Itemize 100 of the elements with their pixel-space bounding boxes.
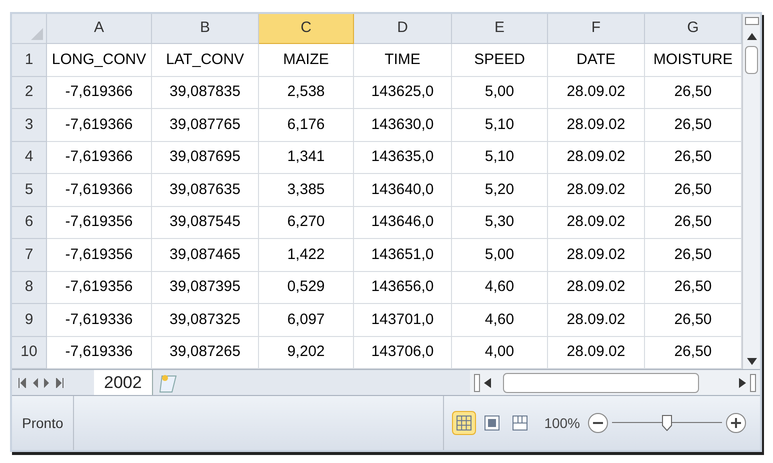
table-cell: -7,619356 (47, 272, 152, 304)
table-cell: 143630,0 (354, 109, 452, 142)
table-cell: -7,619366 (47, 174, 152, 206)
column-header[interactable]: D (354, 14, 452, 44)
table-cell: 1,341 (259, 142, 354, 174)
row-header[interactable]: 9 (12, 304, 47, 336)
table-cell: 6,270 (259, 206, 354, 239)
grid-icon (454, 413, 474, 433)
table-cell: 143635,0 (354, 142, 452, 174)
table-cell: 143656,0 (354, 272, 452, 304)
table-cell: -7,619366 (47, 142, 152, 174)
table-cell: 1,422 (259, 239, 354, 272)
column-header[interactable]: E (452, 14, 548, 44)
table-cell: TIME (354, 44, 452, 76)
table-cell: 39,087465 (152, 239, 259, 272)
table-cell: SPEED (452, 44, 548, 76)
zoom-percent[interactable]: 100% (544, 412, 580, 434)
scrollbar-thumb[interactable] (745, 46, 758, 74)
table-cell: 3,385 (259, 174, 354, 206)
corner-triangle-icon (31, 28, 43, 40)
column-header[interactable]: A (47, 14, 152, 44)
next-sheet-icon[interactable] (44, 378, 50, 388)
minus-icon (593, 422, 603, 424)
column-header[interactable]: F (548, 14, 645, 44)
zoom-slider-thumb[interactable] (662, 415, 672, 431)
table-cell: 0,529 (259, 272, 354, 304)
table-cell: 39,087325 (152, 304, 259, 336)
plus-icon (731, 418, 741, 428)
split-handle-icon[interactable] (474, 374, 480, 392)
table-cell: -7,619356 (47, 239, 152, 272)
columns-icon (510, 413, 530, 433)
row-header[interactable]: 8 (12, 272, 47, 304)
table-cell: 5,10 (452, 142, 548, 174)
table-cell: 39,087835 (152, 76, 259, 109)
column-header[interactable]: G (645, 14, 742, 44)
table-cell: 5,00 (452, 239, 548, 272)
table-cell: LONG_CONV (47, 44, 152, 76)
table-cell: 5,00 (452, 76, 548, 109)
view-button[interactable] (452, 411, 476, 435)
zoom-out-button[interactable] (588, 413, 608, 433)
table-cell: 4,60 (452, 304, 548, 336)
table-cell: 28.09.02 (548, 206, 645, 239)
scroll-left-icon[interactable] (484, 378, 491, 388)
table-cell: 39,087765 (152, 109, 259, 142)
table-cell: -7,619336 (47, 304, 152, 336)
table-cell: LAT_CONV (152, 44, 259, 76)
scroll-down-icon[interactable] (746, 358, 756, 365)
zoom-in-button[interactable] (726, 413, 746, 433)
table-cell: 28.09.02 (548, 239, 645, 272)
split-handle-icon[interactable] (744, 17, 758, 25)
sheet-tab[interactable]: 2002 (94, 370, 153, 395)
row-header[interactable]: 10 (12, 336, 47, 369)
row-header[interactable]: 7 (12, 239, 47, 272)
table-cell: 39,087695 (152, 142, 259, 174)
table-cell: 39,087545 (152, 206, 259, 239)
table-cell: 143651,0 (354, 239, 452, 272)
last-sheet-icon[interactable] (56, 378, 64, 388)
vertical-scrollbar[interactable] (742, 14, 760, 369)
table-cell: -7,619366 (47, 109, 152, 142)
table-cell: 6,097 (259, 304, 354, 336)
column-header[interactable]: B (152, 14, 259, 44)
split-handle-icon[interactable] (750, 374, 756, 392)
table-cell: DATE (548, 44, 645, 76)
scroll-right-icon[interactable] (739, 378, 746, 388)
status-text: Pronto (12, 396, 74, 450)
table-cell: 28.09.02 (548, 142, 645, 174)
table-cell: 39,087635 (152, 174, 259, 206)
previous-sheet-icon[interactable] (32, 378, 38, 388)
table-cell: 2,538 (259, 76, 354, 109)
table-cell: 39,087395 (152, 272, 259, 304)
horizontal-scrollbar[interactable] (470, 370, 760, 395)
table-cell: MAIZE (259, 44, 354, 76)
page-icon (482, 413, 502, 433)
table-cell: 6,176 (259, 109, 354, 142)
table-cell: 143640,0 (354, 174, 452, 206)
row-header[interactable]: 1 (12, 44, 47, 76)
table-cell: -7,619366 (47, 76, 152, 109)
row-header[interactable]: 3 (12, 109, 47, 142)
table-cell: 143646,0 (354, 206, 452, 239)
scrollbar-thumb[interactable] (503, 372, 699, 392)
table-cell: -7,619356 (47, 206, 152, 239)
table-cell: 28.09.02 (548, 174, 645, 206)
table-cell: 28.09.02 (548, 304, 645, 336)
row-header[interactable]: 4 (12, 142, 47, 174)
table-cell: 5,10 (452, 109, 548, 142)
table-cell: 143625,0 (354, 76, 452, 109)
row-header[interactable]: 2 (12, 76, 47, 109)
first-sheet-icon[interactable] (18, 378, 26, 388)
zoom-slider[interactable] (612, 413, 722, 433)
table-cell: 5,20 (452, 174, 548, 206)
table-cell: 5,30 (452, 206, 548, 239)
table-cell: 143701,0 (354, 304, 452, 336)
table-cell: 4,60 (452, 272, 548, 304)
scroll-up-icon[interactable] (746, 33, 756, 40)
table-cell: 28.09.02 (548, 272, 645, 304)
column-header[interactable]: C (259, 14, 354, 44)
table-cell: 28.09.02 (548, 109, 645, 142)
table-cell: 28.09.02 (548, 76, 645, 109)
row-header[interactable]: 5 (12, 174, 47, 206)
row-header[interactable]: 6 (12, 206, 47, 239)
